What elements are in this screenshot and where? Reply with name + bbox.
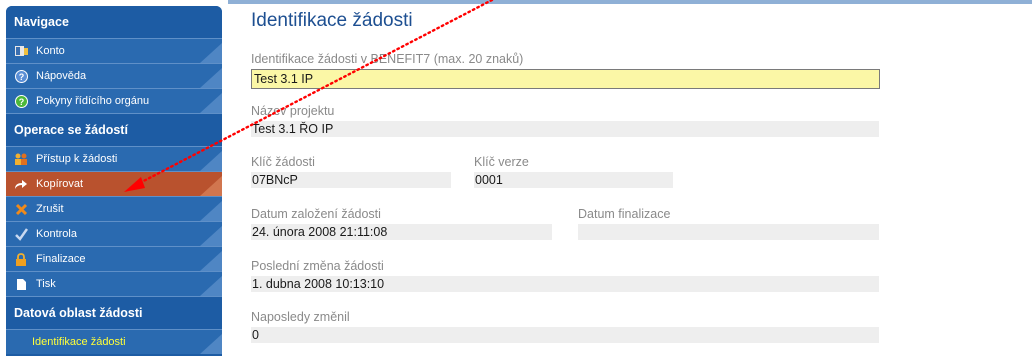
created-value: 24. února 2008 21:11:08 bbox=[251, 224, 552, 240]
item-corner-decoration bbox=[200, 68, 222, 88]
finalized-value bbox=[578, 224, 879, 240]
changed-by-value: 0 bbox=[251, 327, 879, 343]
item-corner-decoration bbox=[200, 226, 222, 246]
last-change-label: Poslední změna žádosti bbox=[251, 259, 384, 273]
top-border bbox=[228, 0, 1032, 4]
sidebar-item-tisk[interactable]: Tisk bbox=[6, 271, 222, 296]
sidebar-item-label: Kontrola bbox=[36, 228, 77, 240]
lock-icon bbox=[14, 252, 28, 266]
sidebar-section-operations: Operace se žádostí bbox=[6, 113, 222, 146]
sidebar-item-label: Nápověda bbox=[36, 70, 87, 82]
sidebar-item-zrusit[interactable]: Zrušit bbox=[6, 196, 222, 221]
key-value: 07BNcP bbox=[251, 172, 451, 188]
sidebar-item-label: Přístup k žádosti bbox=[36, 153, 118, 165]
sidebar-item-pokyny[interactable]: ? Pokyny řídícího orgánu bbox=[6, 88, 222, 113]
sidebar-item-konto[interactable]: Konto bbox=[6, 38, 222, 63]
sidebar: Navigace Konto ? Nápověda ? Pokyny řídíc… bbox=[6, 6, 222, 356]
account-icon bbox=[14, 44, 28, 58]
svg-text:?: ? bbox=[18, 72, 24, 82]
sidebar-section-data-area: Datová oblast žádosti bbox=[6, 296, 222, 329]
sidebar-item-label: Tisk bbox=[36, 278, 56, 290]
version-key-value: 0001 bbox=[474, 172, 673, 188]
users-icon bbox=[14, 152, 28, 166]
last-change-value: 1. dubna 2008 10:13:10 bbox=[251, 276, 879, 292]
finalized-label: Datum finalizace bbox=[578, 207, 671, 221]
project-name-label: Název projektu bbox=[251, 104, 335, 118]
item-corner-decoration bbox=[200, 43, 222, 63]
item-corner-decoration bbox=[200, 93, 222, 113]
page-title: Identifikace žádosti bbox=[251, 10, 413, 31]
sidebar-item-label: Identifikace žádosti bbox=[32, 336, 126, 348]
sidebar-item-label: Konto bbox=[36, 45, 65, 57]
sidebar-item-kopirovat[interactable]: Kopírovat bbox=[6, 171, 222, 196]
item-corner-decoration bbox=[200, 276, 222, 296]
svg-text:?: ? bbox=[18, 97, 24, 107]
key-label: Klíč žádosti bbox=[251, 155, 315, 169]
help-icon: ? bbox=[14, 69, 28, 83]
sidebar-item-kontrola[interactable]: Kontrola bbox=[6, 221, 222, 246]
created-label: Datum založení žádosti bbox=[251, 207, 381, 221]
sidebar-section-navigation: Navigace bbox=[6, 6, 222, 38]
sidebar-item-identifikace[interactable]: Identifikace žádosti bbox=[6, 329, 222, 354]
guidelines-icon: ? bbox=[14, 94, 28, 108]
sidebar-item-finalizace[interactable]: Finalizace bbox=[6, 246, 222, 271]
item-corner-decoration bbox=[200, 176, 222, 196]
sidebar-item-pristup[interactable]: Přístup k žádosti bbox=[6, 146, 222, 171]
version-key-label: Klíč verze bbox=[474, 155, 529, 169]
ident-input[interactable]: Test 3.1 IP bbox=[251, 69, 880, 89]
checkmark-icon bbox=[14, 227, 28, 241]
item-corner-decoration bbox=[200, 201, 222, 221]
print-icon bbox=[14, 277, 28, 291]
copy-arrow-icon bbox=[14, 177, 28, 191]
sidebar-item-napoveda[interactable]: ? Nápověda bbox=[6, 63, 222, 88]
changed-by-label: Naposledy změnil bbox=[251, 310, 350, 324]
item-corner-decoration bbox=[200, 251, 222, 271]
sidebar-item-label: Finalizace bbox=[36, 253, 86, 265]
item-corner-decoration bbox=[200, 334, 222, 354]
sidebar-item-label: Zrušit bbox=[36, 203, 64, 215]
sidebar-item-label: Pokyny řídícího orgánu bbox=[36, 95, 150, 107]
cancel-icon bbox=[14, 202, 28, 216]
ident-label: Identifikace žádosti v BENEFIT7 (max. 20… bbox=[251, 52, 524, 66]
sidebar-item-label: Kopírovat bbox=[36, 178, 84, 190]
project-name-value: Test 3.1 ŘO IP bbox=[251, 121, 879, 137]
item-corner-decoration bbox=[200, 151, 222, 171]
